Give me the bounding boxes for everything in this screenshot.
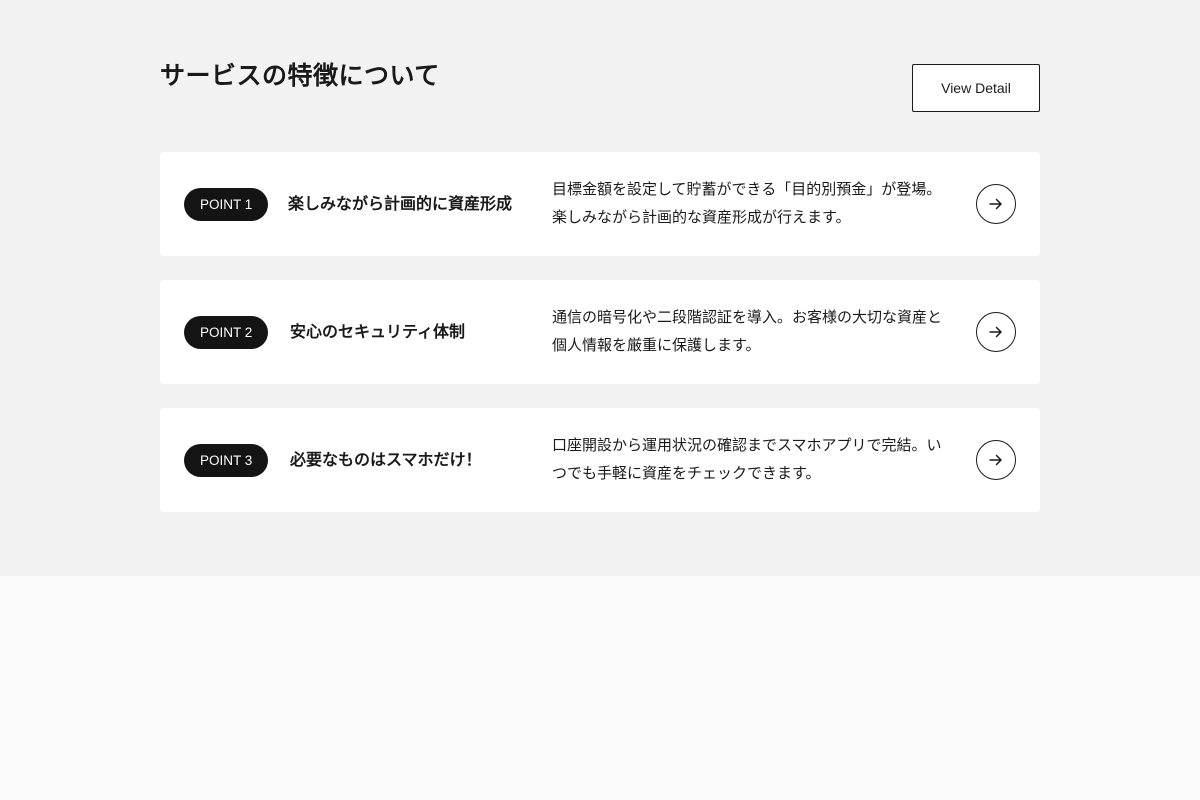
point-badge: POINT 3 <box>184 444 269 477</box>
section-heading: サービスの特徴について <box>160 61 440 90</box>
feature-title: 必要なものはスマホだけ！ <box>290 450 482 469</box>
point-badge: POINT 2 <box>184 316 269 349</box>
feature-card-point-3: POINT 3 必要なものはスマホだけ！ 口座開設から運用状況の確認までスマホア… <box>160 408 1040 512</box>
feature-card-point-2: POINT 2 安心のセキュリティ体制 通信の暗号化や二段階認証を導入。お客様の… <box>160 280 1040 384</box>
feature-title: 安心のセキュリティ体制 <box>290 322 466 341</box>
feature-title: 楽しみながら計画的に資産形成 <box>288 194 513 213</box>
arrow-right-icon <box>989 198 1002 210</box>
point-badge: POINT 1 <box>184 188 269 221</box>
feature-description: 目標金額を設定して貯蓄ができる「目的別預金」が登場。楽しみながら計画的な資産形成… <box>552 180 942 226</box>
feature-description: 通信の暗号化や二段階認証を導入。お客様の大切な資産と個人情報を厳重に保護します。 <box>552 308 943 354</box>
features-section: サービスの特徴について View Detail POINT 1 楽しみながら計画… <box>0 0 1200 576</box>
feature-card-point-1: POINT 1 楽しみながら計画的に資産形成 目標金額を設定して貯蓄ができる「目… <box>160 152 1040 256</box>
arrow-right-icon <box>989 454 1002 466</box>
view-detail-button[interactable]: View Detail <box>912 64 1040 112</box>
feature-detail-button[interactable] <box>976 312 1016 352</box>
feature-detail-button[interactable] <box>976 440 1016 480</box>
feature-description: 口座開設から運用状況の確認までスマホアプリで完結。いつでも手軽に資産をチェックで… <box>552 436 942 482</box>
arrow-right-icon <box>989 326 1002 338</box>
feature-detail-button[interactable] <box>976 184 1016 224</box>
